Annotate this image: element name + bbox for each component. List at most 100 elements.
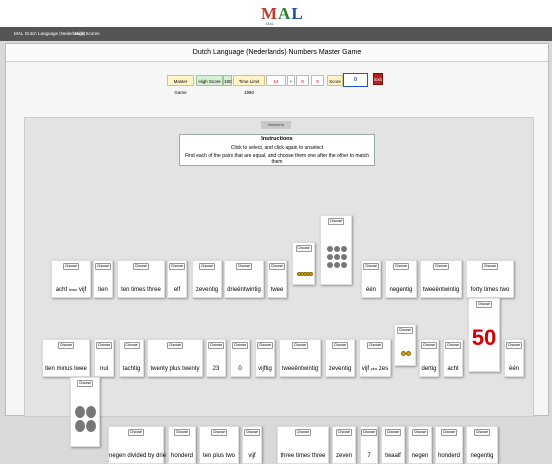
choose-button[interactable]: Choose (123, 342, 140, 349)
choose-button[interactable]: Choose (63, 263, 79, 270)
card-three-times-three[interactable]: Choose three times three (277, 426, 329, 464)
choose-button[interactable]: Choose (95, 263, 111, 270)
card-twenty-plus-twenty[interactable]: Choose twenty plus twenty (147, 339, 203, 377)
choose-button[interactable]: Choose (295, 245, 312, 252)
card-vijftig[interactable]: Choose vijftig (255, 339, 275, 377)
card-honderd-2[interactable]: Choose honderd (435, 426, 463, 464)
card-ten-times-three[interactable]: Choose ten times three (117, 260, 165, 298)
choose-button[interactable]: Choose (211, 429, 227, 436)
instructions-line-2: Find each of the pairs that are equal, a… (184, 153, 369, 165)
choose-button[interactable]: Choose (445, 342, 461, 349)
choose-button[interactable]: Choose (361, 429, 377, 436)
choose-button[interactable]: Choose (167, 342, 183, 349)
card-ten-plus-two[interactable]: Choose ten plus two (199, 426, 239, 464)
choose-button[interactable]: Choose (58, 342, 74, 349)
card-negen[interactable]: Choose negen (408, 426, 432, 464)
card-23[interactable]: Choose 23 (206, 339, 226, 377)
choose-button[interactable]: Choose (244, 429, 260, 436)
card-dots-nine[interactable]: Choose (320, 215, 352, 285)
card-zeven[interactable]: Choose zeven (332, 426, 356, 464)
card-tweeentwintig-2[interactable]: Choose tweeëntwintig (279, 339, 321, 377)
game-board: Numbers Instructions Click to select, an… (24, 117, 534, 464)
card-drieentwintig[interactable]: Choose drieëntwintig (224, 260, 264, 298)
card-50[interactable]: Choose 50 (468, 298, 500, 372)
card-negentig[interactable]: Choose negentig (385, 260, 417, 298)
card-acht[interactable]: Choose acht (443, 339, 463, 377)
exit-button[interactable]: Exit (373, 73, 383, 85)
choose-button[interactable]: Choose (332, 342, 348, 349)
dot (406, 351, 411, 356)
card-nul[interactable]: Choose nul (94, 339, 114, 377)
choose-button[interactable]: Choose (232, 342, 248, 349)
dot (75, 420, 85, 432)
choose-button[interactable]: Choose (208, 342, 224, 349)
card-acht-times-vijf[interactable]: Choose acht times vijf (51, 260, 91, 298)
choose-button[interactable]: Choose (363, 263, 379, 270)
choose-button[interactable]: Choose (397, 327, 413, 334)
high-score-label: High Score (196, 75, 223, 86)
master-game-label: Master Game (167, 75, 194, 95)
card-vijf[interactable]: Choose vijf (242, 426, 262, 464)
card-zeventig[interactable]: Choose zeventig (192, 260, 222, 298)
choose-button[interactable]: Choose (433, 263, 449, 270)
choose-button[interactable]: Choose (482, 263, 498, 270)
card-dots-two-b[interactable]: Choose (394, 324, 416, 366)
nav-high-scores[interactable]: High Scores (75, 31, 100, 36)
choose-button[interactable]: Choose (336, 429, 352, 436)
choose-button[interactable]: Choose (476, 301, 492, 308)
card-twaalf[interactable]: Choose twaalf (381, 426, 405, 464)
nav-bar: MAL Dutch Language (Nederlands) High Sco… (0, 27, 552, 41)
choose-button[interactable]: Choose (292, 342, 308, 349)
card-dots-two[interactable]: Choose (292, 242, 315, 285)
choose-button[interactable]: Choose (474, 429, 490, 436)
choose-button[interactable]: Choose (133, 263, 149, 270)
choose-button[interactable]: Choose (412, 429, 428, 436)
card-dots-four[interactable]: Choose (70, 377, 100, 447)
choose-button[interactable]: Choose (421, 342, 437, 349)
card-twee[interactable]: Choose twee (267, 260, 287, 298)
choose-button[interactable]: Choose (128, 429, 144, 436)
card-tien-minus-twee[interactable]: Choose tien minus twee (42, 339, 90, 377)
card-tweeentwintig[interactable]: Choose tweeëntwintig (420, 260, 462, 298)
nav-home[interactable]: MAL (14, 31, 23, 36)
card-0[interactable]: Choose 0 (230, 339, 250, 377)
choose-button[interactable]: Choose (385, 429, 401, 436)
dot (334, 262, 340, 268)
choose-button[interactable]: Choose (367, 342, 383, 349)
dot (327, 254, 333, 260)
choose-button[interactable]: Choose (236, 263, 252, 270)
dot (341, 254, 347, 260)
choose-button[interactable]: Choose (328, 218, 344, 225)
choose-button[interactable]: Choose (295, 429, 311, 436)
card-tien[interactable]: Choose tien (93, 260, 113, 298)
numbers-tab[interactable]: Numbers (261, 121, 291, 129)
card-vijf-plus-zes[interactable]: Choose vijf plus zes (359, 339, 391, 377)
card-een-2[interactable]: Choose één (504, 339, 524, 377)
score-label: Score (327, 75, 343, 86)
high-score-value: 190 (223, 75, 232, 86)
choose-button[interactable]: Choose (199, 263, 215, 270)
card-een[interactable]: Choose één (361, 260, 381, 298)
dot (75, 406, 85, 418)
choose-button[interactable]: Choose (77, 380, 93, 387)
dot (309, 272, 313, 276)
card-honderd[interactable]: Choose honderd (168, 426, 196, 464)
card-forty-times-two[interactable]: Choose forty times two (466, 260, 514, 298)
choose-button[interactable]: Choose (269, 263, 285, 270)
card-negentig-2[interactable]: Choose negentig (466, 426, 498, 464)
hint-value-2: 0 (311, 75, 324, 86)
card-negen-divided-by-drie[interactable]: Choose negen divided by drie (108, 426, 166, 464)
choose-button[interactable]: Choose (96, 342, 112, 349)
choose-button[interactable]: Choose (174, 429, 190, 436)
card-zeventig-2[interactable]: Choose zeventig (325, 339, 355, 377)
choose-button[interactable]: Choose (441, 429, 457, 436)
card-elf[interactable]: Choose elf (167, 260, 187, 298)
card-tachtig[interactable]: Choose tachtig (119, 339, 144, 377)
dot (327, 246, 333, 252)
choose-button[interactable]: Choose (257, 342, 273, 349)
choose-button[interactable]: Choose (393, 263, 409, 270)
choose-button[interactable]: Choose (506, 342, 522, 349)
card-7[interactable]: Choose 7 (360, 426, 378, 464)
choose-button[interactable]: Choose (169, 263, 185, 270)
card-dertig[interactable]: Choose dertig (419, 339, 439, 377)
